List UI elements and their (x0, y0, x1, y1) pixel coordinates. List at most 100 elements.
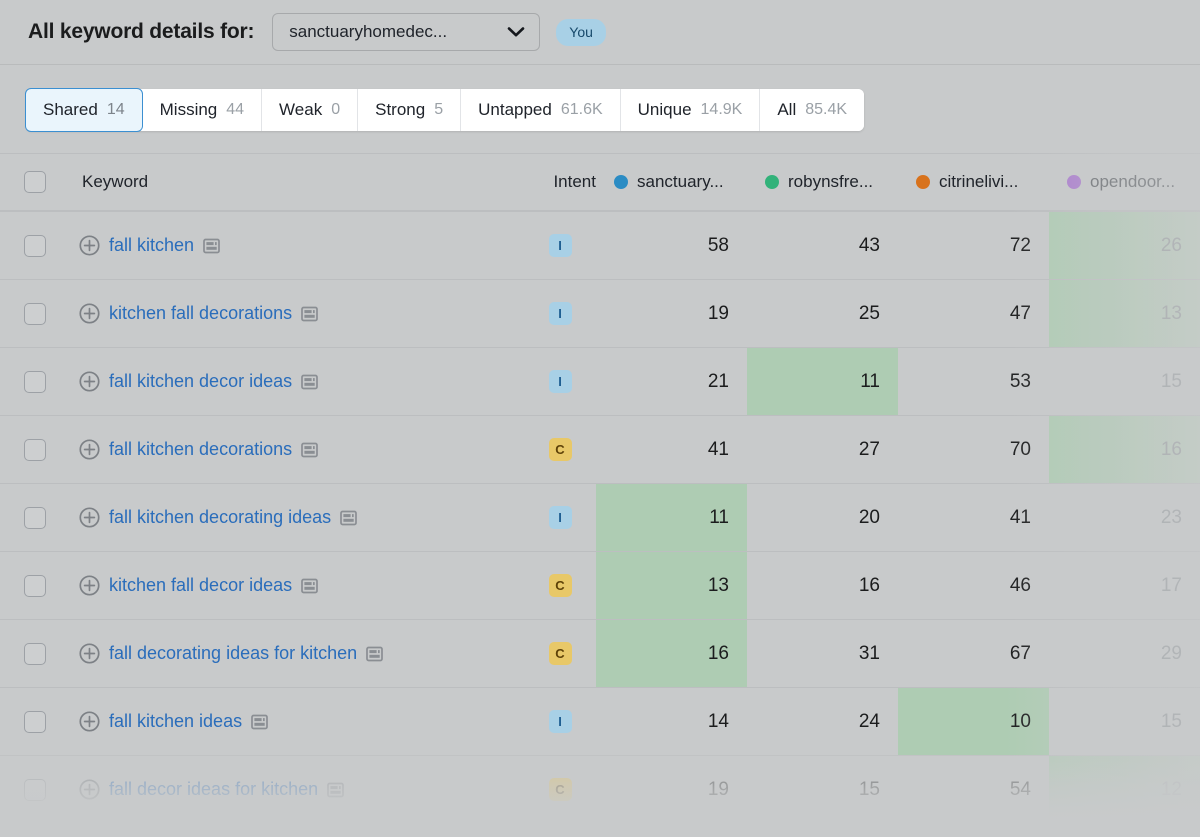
column-header-intent[interactable]: Intent (524, 172, 596, 192)
keyword-link[interactable]: fall kitchen ideas (109, 711, 242, 732)
keyword-link[interactable]: kitchen fall decor ideas (109, 575, 292, 596)
rank-cell-4[interactable]: 15 (1049, 688, 1200, 755)
rank-cell-1[interactable]: 16 (596, 620, 747, 687)
row-checkbox[interactable] (24, 574, 46, 597)
rank-cell-3[interactable]: 54 (898, 756, 1049, 823)
tab-weak[interactable]: Weak 0 (262, 89, 359, 131)
column-header-domain-1[interactable]: sanctuary... (596, 154, 747, 210)
add-keyword-icon[interactable] (79, 235, 100, 256)
row-checkbox[interactable] (24, 506, 46, 529)
column-header-domain-2[interactable]: robynsfre... (747, 154, 898, 210)
rank-cell-4[interactable]: 15 (1049, 348, 1200, 415)
rank-cell-1[interactable]: 19 (596, 280, 747, 347)
rank-cell-2[interactable]: 11 (747, 348, 898, 415)
column-header-domain-4[interactable]: opendoor... (1049, 154, 1200, 210)
rank-cell-2[interactable]: 25 (747, 280, 898, 347)
add-keyword-icon[interactable] (79, 371, 100, 392)
row-checkbox[interactable] (24, 778, 46, 801)
rank-cell-1[interactable]: 58 (596, 212, 747, 279)
serp-features-icon[interactable] (301, 306, 318, 322)
table-row[interactable]: kitchen fall decorations I 19 25 47 13 (0, 279, 1200, 347)
rank-cell-2[interactable]: 43 (747, 212, 898, 279)
row-checkbox[interactable] (24, 302, 46, 325)
add-keyword-icon[interactable] (79, 439, 100, 460)
table-row[interactable]: fall kitchen decor ideas I 21 11 53 15 (0, 347, 1200, 415)
keyword-link[interactable]: kitchen fall decorations (109, 303, 292, 324)
intent-badge[interactable]: C (548, 574, 572, 597)
rank-cell-3[interactable]: 47 (898, 280, 1049, 347)
serp-features-icon[interactable] (203, 238, 220, 254)
tab-unique[interactable]: Unique 14.9K (620, 89, 761, 131)
rank-cell-3[interactable]: 41 (898, 484, 1049, 551)
column-header-domain-3[interactable]: citrinelivi... (898, 154, 1049, 210)
rank-cell-4[interactable]: 16 (1049, 416, 1200, 483)
table-row[interactable]: fall kitchen I 58 43 72 26 (0, 211, 1200, 279)
rank-cell-2[interactable]: 16 (747, 552, 898, 619)
serp-features-icon[interactable] (340, 510, 357, 526)
add-keyword-icon[interactable] (79, 575, 100, 596)
rank-cell-2[interactable]: 15 (747, 756, 898, 823)
rank-cell-2[interactable]: 27 (747, 416, 898, 483)
intent-badge[interactable]: I (548, 234, 572, 257)
rank-cell-1[interactable]: 11 (596, 484, 747, 551)
table-row[interactable]: kitchen fall decor ideas C 13 16 46 17 (0, 551, 1200, 619)
row-checkbox[interactable] (24, 438, 46, 461)
intent-badge[interactable]: I (548, 370, 572, 393)
add-keyword-icon[interactable] (79, 507, 100, 528)
rank-cell-3[interactable]: 10 (898, 688, 1049, 755)
serp-features-icon[interactable] (327, 782, 344, 798)
intent-badge[interactable]: C (548, 778, 572, 801)
rank-cell-4[interactable]: 26 (1049, 212, 1200, 279)
row-checkbox[interactable] (24, 370, 46, 393)
add-keyword-icon[interactable] (79, 643, 100, 664)
keyword-link[interactable]: fall kitchen decor ideas (109, 371, 292, 392)
rank-cell-4[interactable]: 17 (1049, 552, 1200, 619)
row-checkbox[interactable] (24, 642, 46, 665)
rank-cell-3[interactable]: 72 (898, 212, 1049, 279)
keyword-link[interactable]: fall kitchen decorations (109, 439, 292, 460)
serp-features-icon[interactable] (301, 374, 318, 390)
table-row[interactable]: fall kitchen ideas I 14 24 10 15 (0, 687, 1200, 755)
serp-features-icon[interactable] (301, 442, 318, 458)
row-checkbox[interactable] (24, 710, 46, 733)
tab-strong[interactable]: Strong 5 (358, 89, 462, 131)
table-row[interactable]: fall decorating ideas for kitchen C 16 31 67… (0, 619, 1200, 687)
serp-features-icon[interactable] (251, 714, 268, 730)
rank-cell-3[interactable]: 67 (898, 620, 1049, 687)
serp-features-icon[interactable] (301, 578, 318, 594)
site-select-dropdown[interactable]: sanctuaryhomedec... (272, 13, 541, 51)
add-keyword-icon[interactable] (79, 711, 100, 732)
keyword-link[interactable]: fall decorating ideas for kitchen (109, 643, 357, 664)
rank-cell-1[interactable]: 13 (596, 552, 747, 619)
rank-cell-3[interactable]: 70 (898, 416, 1049, 483)
intent-badge[interactable]: C (548, 438, 572, 461)
intent-badge[interactable]: I (548, 506, 572, 529)
serp-features-icon[interactable] (366, 646, 384, 662)
rank-cell-1[interactable]: 21 (596, 348, 747, 415)
table-row[interactable]: fall kitchen decorating ideas I 11 20 41 23 (0, 483, 1200, 551)
table-row[interactable]: fall kitchen decorations C 41 27 70 16 (0, 415, 1200, 483)
rank-cell-3[interactable]: 46 (898, 552, 1049, 619)
tab-shared[interactable]: Shared 14 (25, 88, 143, 132)
intent-badge[interactable]: I (548, 302, 572, 325)
keyword-link[interactable]: fall kitchen (109, 235, 194, 256)
rank-cell-4[interactable]: 13 (1049, 280, 1200, 347)
keyword-link[interactable]: fall decor ideas for kitchen (109, 779, 318, 800)
intent-badge[interactable]: I (548, 710, 572, 733)
rank-cell-2[interactable]: 20 (747, 484, 898, 551)
select-all-checkbox[interactable] (24, 171, 46, 193)
rank-cell-4[interactable]: 29 (1049, 620, 1200, 687)
tab-missing[interactable]: Missing 44 (142, 89, 263, 131)
rank-cell-1[interactable]: 14 (596, 688, 747, 755)
intent-badge[interactable]: C (548, 642, 572, 665)
keyword-link[interactable]: fall kitchen decorating ideas (109, 507, 331, 528)
rank-cell-3[interactable]: 53 (898, 348, 1049, 415)
rank-cell-4[interactable]: 12 (1049, 756, 1200, 823)
tab-all[interactable]: All 85.4K (760, 89, 865, 131)
rank-cell-4[interactable]: 23 (1049, 484, 1200, 551)
add-keyword-icon[interactable] (79, 303, 100, 324)
rank-cell-1[interactable]: 19 (596, 756, 747, 823)
tab-untapped[interactable]: Untapped 61.6K (461, 89, 621, 131)
rank-cell-2[interactable]: 31 (747, 620, 898, 687)
add-keyword-icon[interactable] (79, 779, 100, 800)
